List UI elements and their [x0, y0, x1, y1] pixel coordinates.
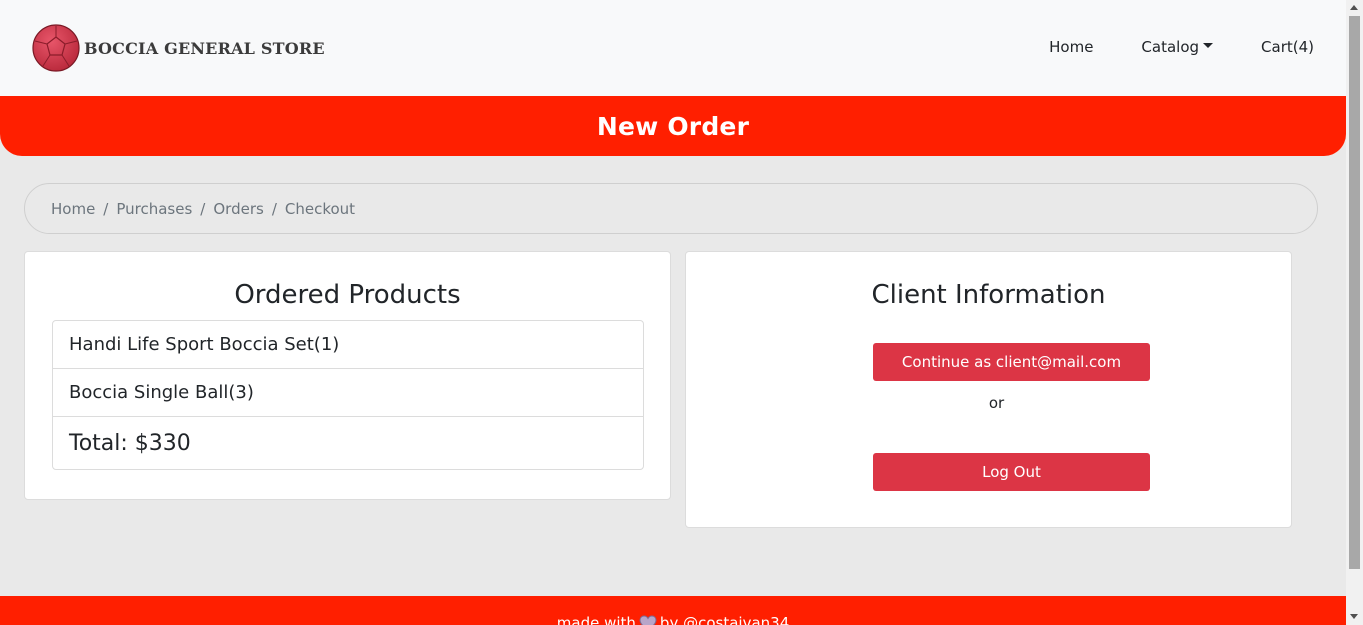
breadcrumb-purchases[interactable]: Purchases	[116, 200, 192, 218]
breadcrumb: Home / Purchases / Orders / Checkout	[24, 183, 1318, 234]
breadcrumb-separator: /	[103, 199, 109, 218]
list-item: Boccia Single Ball(3)	[53, 369, 643, 417]
brand-link[interactable]: BOCCIA GENERAL STORE	[32, 24, 325, 72]
page-scrollbar[interactable]	[1346, 0, 1363, 625]
continue-as-client-button[interactable]: Continue as client@mail.com	[873, 343, 1150, 381]
caret-down-icon	[1203, 42, 1214, 48]
page-banner: New Order	[0, 96, 1346, 156]
brand-name: BOCCIA GENERAL STORE	[84, 38, 325, 58]
breadcrumb-separator: /	[200, 199, 206, 218]
ordered-products-list: Handi Life Sport Boccia Set(1) Boccia Si…	[52, 320, 644, 470]
page-title: New Order	[596, 111, 750, 141]
boccia-ball-icon	[32, 24, 80, 72]
breadcrumb-separator: /	[271, 199, 277, 218]
breadcrumb-home[interactable]: Home	[51, 200, 95, 218]
footer-credit: made with by @costaivan34	[0, 614, 1346, 625]
or-separator-text: or	[988, 394, 1005, 412]
log-out-button[interactable]: Log Out	[873, 453, 1150, 491]
breadcrumb-current: Checkout	[284, 199, 356, 218]
nav-catalog-dropdown[interactable]: Catalog	[1141, 38, 1214, 56]
footer-text-after: by @costaivan34	[659, 614, 790, 625]
nav-home-link[interactable]: Home	[1049, 38, 1093, 56]
heart-icon	[639, 615, 657, 625]
scrollbar-thumb[interactable]	[1349, 16, 1360, 569]
nav-links: Home Catalog Cart(4)	[1049, 38, 1314, 56]
scroll-down-arrow-icon[interactable]	[1350, 614, 1358, 619]
ordered-products-title: Ordered Products	[234, 280, 461, 310]
ordered-products-card: Ordered Products Handi Life Sport Boccia…	[24, 251, 671, 500]
nav-cart-link[interactable]: Cart(4)	[1261, 38, 1314, 56]
page: BOCCIA GENERAL STORE Home Catalog Cart(4…	[0, 0, 1346, 625]
scroll-up-arrow-icon[interactable]	[1350, 5, 1358, 10]
breadcrumb-orders[interactable]: Orders	[213, 200, 263, 218]
navbar: BOCCIA GENERAL STORE Home Catalog Cart(4…	[0, 0, 1346, 96]
nav-catalog-label: Catalog	[1141, 38, 1200, 56]
client-information-title: Client Information	[871, 280, 1106, 310]
footer: made with by @costaivan34	[0, 596, 1346, 625]
footer-text-before: made with	[556, 614, 636, 625]
list-item: Handi Life Sport Boccia Set(1)	[53, 321, 643, 369]
client-information-card: Client Information Continue as client@ma…	[685, 251, 1292, 528]
order-total: Total: $330	[69, 430, 191, 456]
